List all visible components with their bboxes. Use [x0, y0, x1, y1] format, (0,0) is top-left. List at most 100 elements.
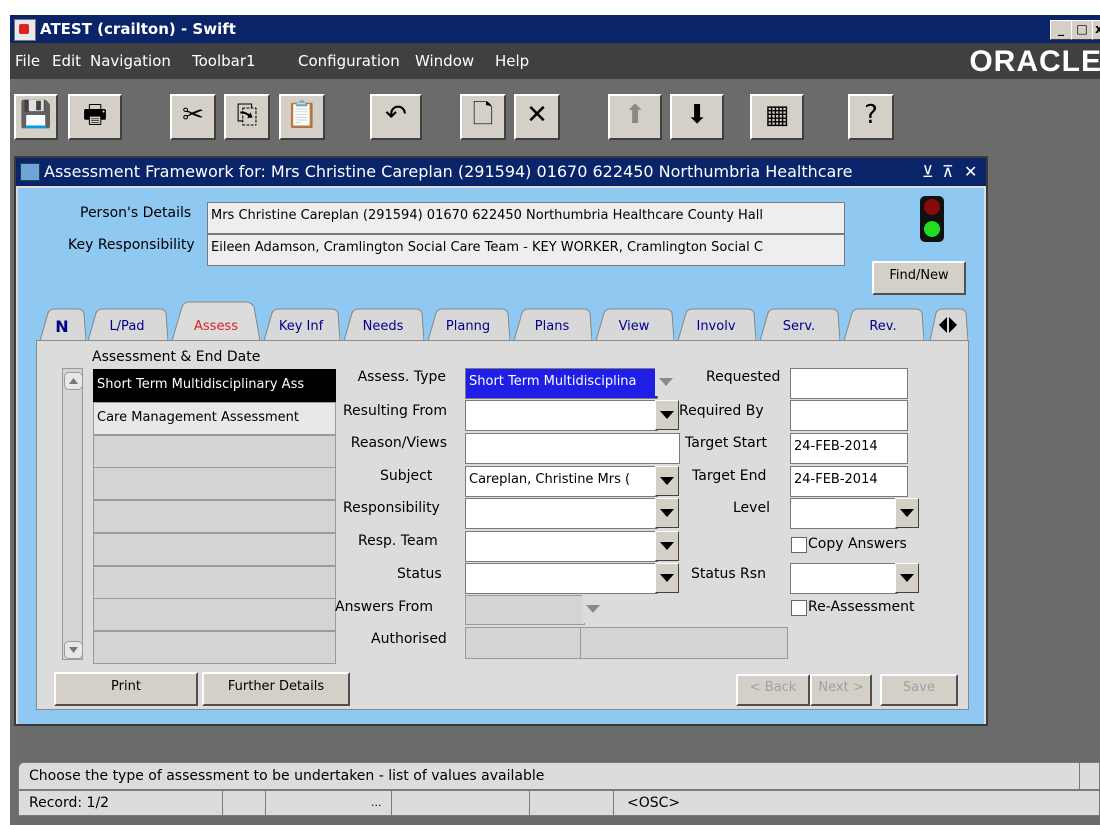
- authorised-by-field[interactable]: [465, 627, 582, 659]
- key-responsibility-field[interactable]: Eileen Adamson, Cramlington Social Care …: [207, 234, 845, 266]
- print-button[interactable]: Print: [54, 672, 198, 706]
- answers-from-field[interactable]: [465, 595, 585, 625]
- form-maximize-icon[interactable]: ⊼: [942, 158, 954, 186]
- assess-type-field[interactable]: Short Term Multidisciplina: [465, 368, 658, 399]
- tab-involv[interactable]: Involv: [676, 307, 756, 341]
- assessment-row-9[interactable]: [93, 631, 336, 664]
- assessment-row-5[interactable]: [93, 500, 336, 533]
- copy-answers-label: Copy Answers: [808, 536, 907, 552]
- tab-view[interactable]: View: [594, 307, 674, 341]
- red-light: [924, 199, 940, 215]
- tab-rev[interactable]: Rev.: [842, 307, 924, 341]
- scroll-down-icon[interactable]: [64, 641, 83, 659]
- authorised-label: Authorised: [371, 631, 447, 647]
- help-icon[interactable]: ?: [848, 94, 894, 140]
- tab-assess[interactable]: Assess: [172, 301, 260, 341]
- app-title: ATEST (crailton) - Swift: [40, 20, 236, 38]
- find-new-button[interactable]: Find/New: [872, 261, 966, 295]
- requested-field[interactable]: [790, 368, 908, 399]
- cut-icon[interactable]: ✂: [170, 94, 216, 140]
- oracle-logo: ORACLE: [969, 45, 1100, 78]
- status-dropdown-icon[interactable]: [655, 563, 679, 593]
- assess-type-dropdown-icon[interactable]: [655, 368, 677, 396]
- status-rsn-label: Status Rsn: [691, 566, 766, 582]
- form-close-icon[interactable]: ✕: [964, 158, 977, 186]
- assessment-row-2[interactable]: Care Management Assessment: [93, 402, 336, 435]
- subject-field[interactable]: Careplan, Christine Mrs (: [465, 466, 658, 497]
- menu-toolbar1[interactable]: Toolbar1: [192, 43, 256, 79]
- tab-plans[interactable]: Plans: [512, 307, 592, 341]
- status-rsn-field[interactable]: [790, 563, 898, 594]
- assessment-row-8[interactable]: [93, 598, 336, 631]
- further-details-button[interactable]: Further Details: [202, 672, 350, 706]
- status-field[interactable]: [465, 563, 658, 594]
- tab-needs[interactable]: Needs: [342, 307, 424, 341]
- subject-dropdown-icon[interactable]: [655, 466, 679, 496]
- tab-lpad[interactable]: L/Pad: [86, 307, 168, 341]
- status-message-bar: Choose the type of assessment to be unde…: [18, 762, 1100, 790]
- re-assessment-checkbox[interactable]: [791, 600, 807, 616]
- resulting-from-dropdown-icon[interactable]: [655, 400, 679, 430]
- list-of-values-indicator: ...: [371, 796, 382, 809]
- resp-team-label: Resp. Team: [358, 533, 438, 549]
- back-button[interactable]: < Back: [736, 674, 810, 706]
- assessment-row-1[interactable]: Short Term Multidisciplinary Ass: [93, 369, 336, 402]
- tab-key-inf[interactable]: Key Inf: [262, 307, 340, 341]
- assessment-list-header: Assessment & End Date: [92, 349, 261, 365]
- menu-navigation[interactable]: Navigation: [90, 43, 171, 79]
- menu-window[interactable]: Window: [415, 43, 474, 79]
- paste-icon[interactable]: 📋: [279, 94, 325, 140]
- re-assessment-label: Re-Assessment: [808, 599, 915, 615]
- close-button[interactable]: x: [1092, 20, 1100, 40]
- assessment-row-6[interactable]: [93, 533, 336, 566]
- requested-label: Requested: [706, 369, 781, 385]
- responsibility-field[interactable]: [465, 498, 658, 529]
- tab-navigator-icon[interactable]: N: [38, 307, 86, 341]
- new-record-icon[interactable]: 🗋: [460, 94, 506, 140]
- status-separator: [391, 791, 392, 815]
- next-block-icon[interactable]: ⬇: [670, 94, 724, 140]
- delete-record-icon[interactable]: ✕: [514, 94, 560, 140]
- list-of-values-icon[interactable]: ▦: [750, 94, 804, 140]
- status-label: Status: [397, 566, 442, 582]
- reason-views-field[interactable]: [465, 433, 680, 464]
- save-button[interactable]: Save: [880, 674, 958, 706]
- menu-file[interactable]: File: [15, 43, 40, 79]
- assessment-row-3[interactable]: [93, 435, 336, 468]
- target-end-field[interactable]: 24-FEB-2014: [790, 466, 908, 497]
- target-end-label: Target End: [692, 468, 767, 484]
- undo-icon[interactable]: ↶: [370, 94, 422, 140]
- required-by-field[interactable]: [790, 400, 908, 431]
- resulting-from-field[interactable]: [465, 400, 658, 431]
- next-button[interactable]: Next >: [810, 674, 872, 706]
- assessment-list-scrollbar[interactable]: [62, 368, 83, 660]
- status-separator: [613, 791, 614, 815]
- minimize-button[interactable]: _: [1050, 20, 1072, 40]
- answers-from-dropdown-icon[interactable]: [582, 595, 604, 623]
- form-minimize-icon[interactable]: ⊻: [922, 158, 934, 186]
- tab-scroll-arrows-icon[interactable]: [928, 307, 968, 341]
- save-icon[interactable]: 💾: [14, 94, 58, 140]
- menu-edit[interactable]: Edit: [52, 43, 81, 79]
- responsibility-dropdown-icon[interactable]: [655, 498, 679, 528]
- persons-details-field[interactable]: Mrs Christine Careplan (291594) 01670 62…: [207, 202, 845, 234]
- target-start-field[interactable]: 24-FEB-2014: [790, 433, 908, 464]
- scroll-up-icon[interactable]: [64, 372, 83, 390]
- copy-icon[interactable]: ⎘: [224, 94, 270, 140]
- authorised-date-field[interactable]: [580, 627, 788, 659]
- tab-planng[interactable]: Planng: [426, 307, 510, 341]
- level-dropdown-icon[interactable]: [895, 498, 919, 528]
- tab-serv[interactable]: Serv.: [758, 307, 840, 341]
- menu-configuration[interactable]: Configuration: [298, 43, 400, 79]
- level-field[interactable]: [790, 498, 898, 529]
- assessment-row-7[interactable]: [93, 566, 336, 599]
- resp-team-field[interactable]: [465, 531, 658, 562]
- previous-block-icon[interactable]: ⬆: [608, 94, 662, 140]
- copy-answers-checkbox[interactable]: [791, 537, 807, 553]
- maximize-button[interactable]: □: [1071, 20, 1093, 40]
- resp-team-dropdown-icon[interactable]: [655, 531, 679, 561]
- assessment-row-4[interactable]: [93, 467, 336, 500]
- print-icon[interactable]: 🖶: [68, 94, 122, 140]
- status-rsn-dropdown-icon[interactable]: [895, 563, 919, 593]
- menu-help[interactable]: Help: [495, 43, 529, 79]
